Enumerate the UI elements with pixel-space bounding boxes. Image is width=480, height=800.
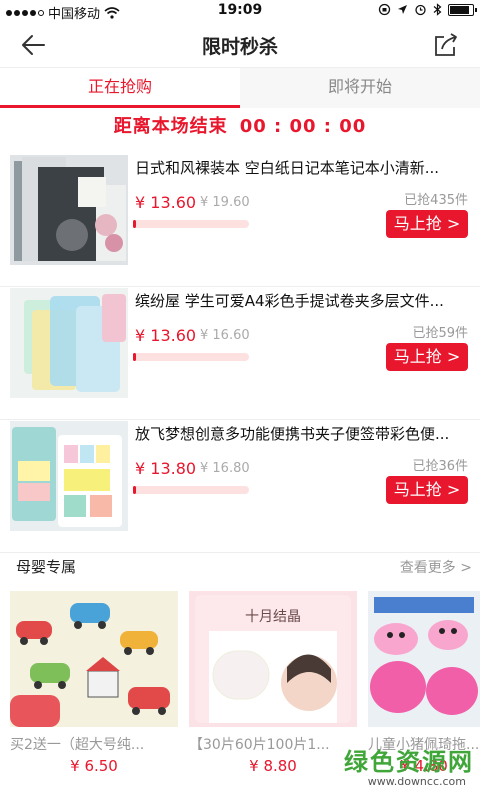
product-price: ¥ 8.80 <box>249 757 297 775</box>
product-price: ¥ 6.50 <box>70 757 118 775</box>
sold-count: 已抢435件 <box>404 193 468 208</box>
watermark: 绿色资源网 www.downcc.com <box>344 742 474 794</box>
product-image-notebook <box>10 155 128 265</box>
product-image-peppa-slippers <box>368 591 480 727</box>
product-name: 日式和风裸装本 空白纸日记本笔记本小清新... <box>135 159 440 177</box>
battery-icon <box>448 3 477 16</box>
progress-fill <box>133 220 137 228</box>
watermark-name: 绿色资源网 <box>344 748 474 776</box>
sold-count: 已抢59件 <box>412 326 468 341</box>
original-price: ¥ 19.60 <box>200 195 250 210</box>
product-card[interactable]: 十月结晶 【30片60片100片1... ¥ 8.80 <box>189 588 357 778</box>
page-title: 限时秒杀 <box>201 36 278 58</box>
product-image-folders <box>10 288 128 398</box>
progress-bar <box>133 220 249 228</box>
countdown: 距离本场结束 00 : 00 : 00 <box>0 112 480 142</box>
section-title: 母婴专属 <box>16 558 77 576</box>
bluetooth-icon <box>433 3 442 16</box>
product-image-sticky-notes <box>10 421 128 531</box>
view-more-link[interactable]: 查看更多 > <box>400 557 472 577</box>
buy-now-button[interactable]: 马上抢 > <box>386 476 468 504</box>
product-item[interactable]: 放飞梦想创意多功能便携书夹子便签带彩色便... 已抢36件 ¥ 13.80 ¥ … <box>0 421 480 553</box>
section-header: 母婴专属 查看更多 > <box>0 548 480 584</box>
tab-ongoing[interactable]: 正在抢购 <box>0 68 240 108</box>
alarm-icon <box>415 4 426 16</box>
progress-fill <box>133 353 137 361</box>
sold-count: 已抢36件 <box>412 459 468 474</box>
location-icon <box>398 5 407 14</box>
product-image-car-bedding <box>10 591 178 727</box>
sale-price: ¥ 13.60 <box>135 193 197 212</box>
sale-price: ¥ 13.80 <box>135 459 197 478</box>
buy-now-button[interactable]: 马上抢 > <box>386 210 468 238</box>
progress-bar <box>133 486 249 494</box>
tab-bar: 正在抢购 即将开始 <box>0 68 480 108</box>
tab-upcoming[interactable]: 即将开始 <box>240 68 480 108</box>
buy-now-button[interactable]: 马上抢 > <box>386 343 468 371</box>
product-title: 【30片60片100片1... <box>189 737 330 753</box>
product-title: 买2送一（超大号纯... <box>10 737 145 753</box>
watermark-url: www.downcc.com <box>367 775 466 788</box>
brand-logo-text: 十月结晶 <box>245 609 301 625</box>
status-bar: 中国移动 19:09 <box>0 0 480 22</box>
countdown-value: 00 : 00 : 00 <box>239 116 367 137</box>
countdown-label: 距离本场结束 <box>113 116 228 137</box>
nav-bar: 限时秒杀 <box>0 22 480 68</box>
product-name: 放飞梦想创意多功能便携书夹子便签带彩色便... <box>135 425 450 443</box>
product-image-nursing-pads: 十月结晶 <box>189 591 357 727</box>
product-card[interactable]: 买2送一（超大号纯... ¥ 6.50 <box>10 588 178 778</box>
original-price: ¥ 16.60 <box>200 328 250 343</box>
rotation-lock-icon <box>378 3 391 16</box>
product-name: 缤纷屋 学生可爱A4彩色手提试卷夹多层文件... <box>135 292 444 310</box>
progress-fill <box>133 486 137 494</box>
original-price: ¥ 16.80 <box>200 461 250 476</box>
product-item[interactable]: 日式和风裸装本 空白纸日记本笔记本小清新... 已抢435件 ¥ 13.60 ¥… <box>0 155 480 287</box>
share-icon[interactable] <box>432 31 460 59</box>
sale-price: ¥ 13.60 <box>135 326 197 345</box>
product-item[interactable]: 缤纷屋 学生可爱A4彩色手提试卷夹多层文件... 已抢59件 ¥ 13.60 ¥… <box>0 288 480 420</box>
progress-bar <box>133 353 249 361</box>
